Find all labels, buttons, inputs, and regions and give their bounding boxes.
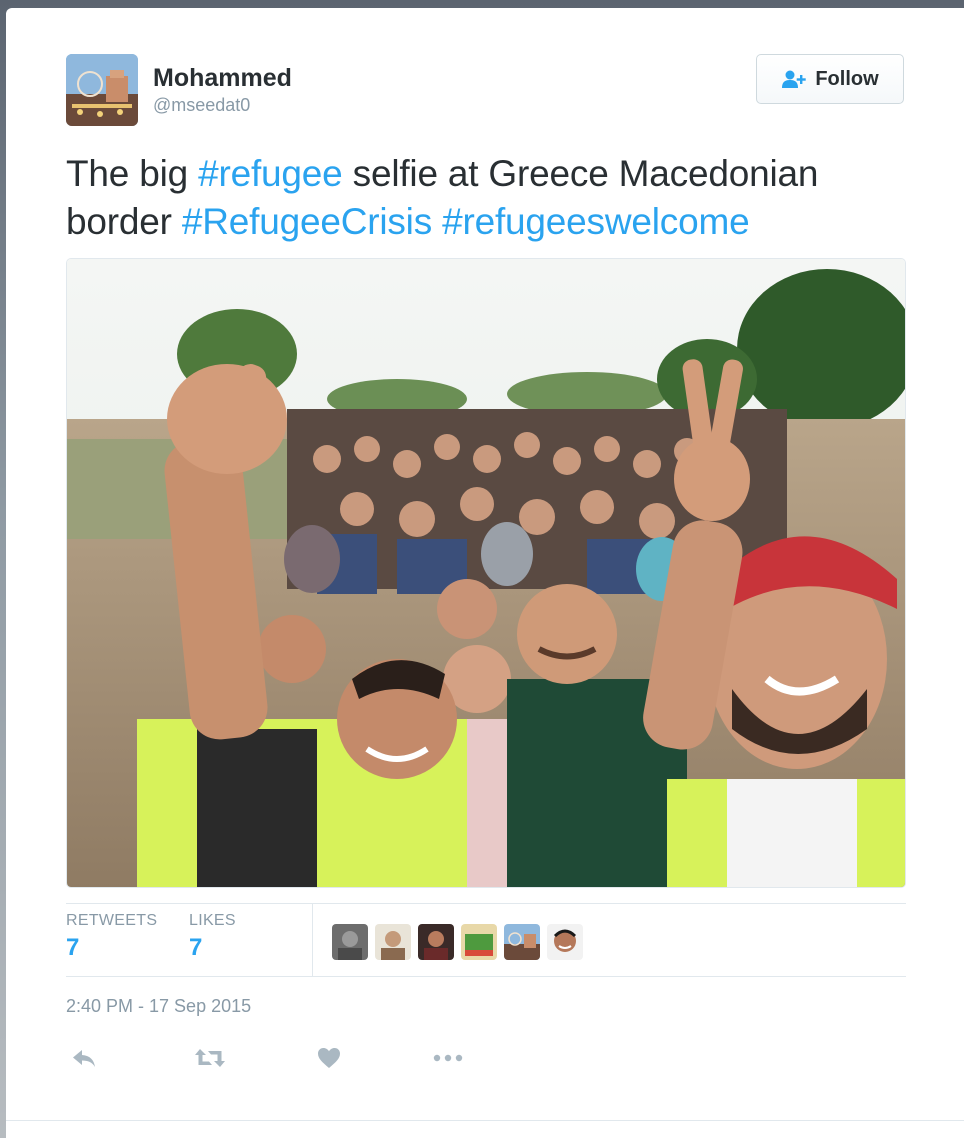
user-name[interactable]: Mohammed — [153, 64, 292, 93]
retweet-icon — [195, 1049, 225, 1067]
tweet-text-part — [432, 201, 442, 242]
retweets-stat[interactable]: RETWEETS 7 — [66, 912, 157, 962]
likes-count: 7 — [189, 934, 203, 961]
reply-button[interactable] — [68, 1042, 100, 1074]
tweet-card: Mohammed @mseedat0 Follow The big #refug… — [6, 8, 964, 1138]
retweets-count: 7 — [66, 934, 80, 961]
liker-avatar[interactable] — [504, 924, 540, 960]
tweet-actions — [66, 1042, 466, 1074]
add-user-icon — [782, 70, 807, 88]
user-avatar[interactable] — [66, 54, 138, 126]
card-bottom-divider — [6, 1120, 964, 1121]
liker-avatar[interactable] — [547, 924, 583, 960]
retweet-button[interactable] — [194, 1042, 226, 1074]
retweets-label: RETWEETS — [66, 912, 158, 929]
user-handle[interactable]: @mseedat0 — [153, 95, 250, 116]
hashtag-link[interactable]: #refugeeswelcome — [442, 201, 750, 242]
likes-stat[interactable]: LIKES 7 — [189, 912, 236, 962]
stats-divider — [312, 904, 313, 976]
liker-avatar[interactable] — [461, 924, 497, 960]
tweet-timestamp[interactable]: 2:40 PM - 17 Sep 2015 — [66, 996, 251, 1017]
reply-icon — [73, 1050, 95, 1067]
tweet-stats: RETWEETS 7 LIKES 7 — [66, 903, 906, 977]
tweet-text: The big #refugee selfie at Greece Macedo… — [66, 150, 906, 246]
hashtag-link[interactable]: #RefugeeCrisis — [182, 201, 432, 242]
more-button[interactable] — [432, 1042, 464, 1074]
tweet-photo[interactable] — [66, 258, 906, 888]
liker-avatar[interactable] — [375, 924, 411, 960]
like-button[interactable] — [313, 1042, 345, 1074]
liker-avatars — [332, 924, 590, 960]
selfie-photo-illustration — [67, 259, 905, 887]
hashtag-link[interactable]: #refugee — [198, 153, 343, 194]
tweet-text-part: The big — [66, 153, 199, 194]
more-icon — [433, 1054, 463, 1062]
liker-avatar[interactable] — [418, 924, 454, 960]
follow-button[interactable]: Follow — [756, 54, 904, 104]
likes-label: LIKES — [189, 912, 236, 929]
heart-icon — [318, 1048, 340, 1068]
liker-avatar[interactable] — [332, 924, 368, 960]
follow-label: Follow — [815, 67, 879, 90]
